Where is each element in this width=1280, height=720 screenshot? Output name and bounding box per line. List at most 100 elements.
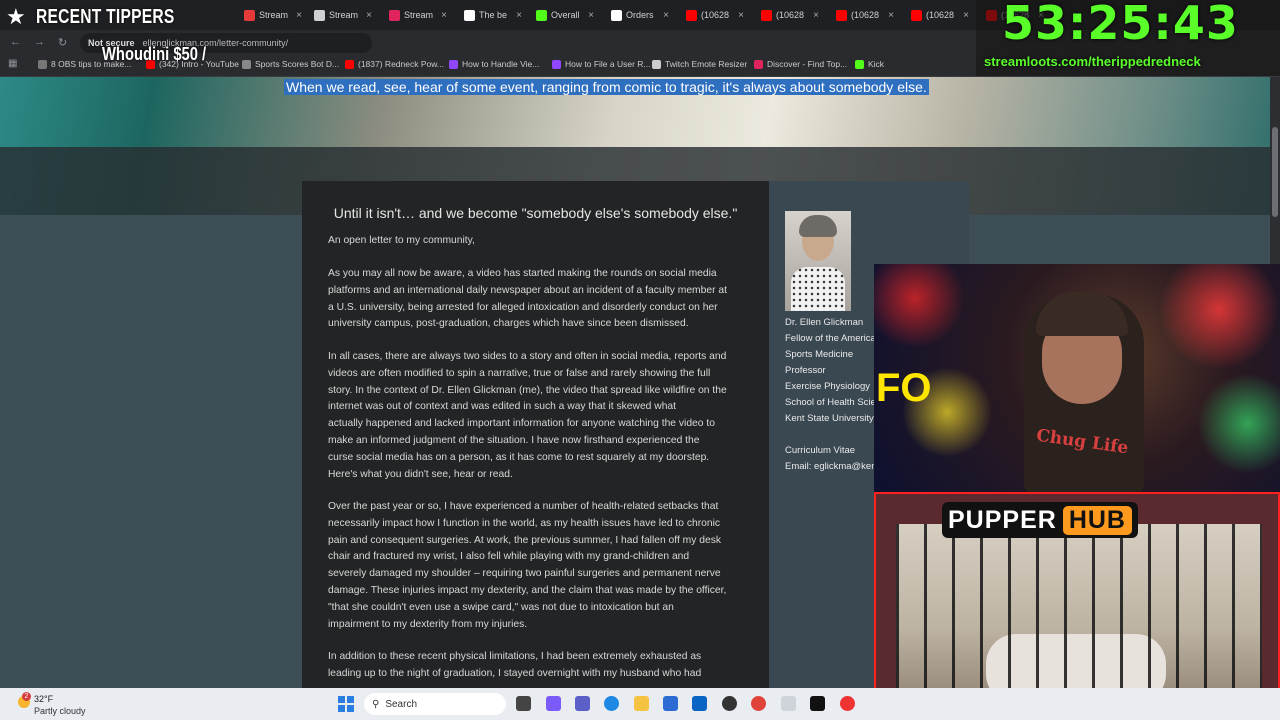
pupper-hub-logo-orange: HUB xyxy=(1062,505,1132,535)
browser-tab[interactable]: Overall × xyxy=(530,4,600,26)
tab-favicon-icon xyxy=(536,9,547,21)
browser-tab[interactable]: (10628 × xyxy=(905,4,975,26)
terminal-icon[interactable] xyxy=(810,696,825,711)
browser-tab[interactable]: (10628 × xyxy=(755,4,825,26)
reload-icon[interactable]: ↻ xyxy=(58,36,67,49)
article-paragraph: Over the past year or so, I have experie… xyxy=(328,499,748,633)
tab-favicon-icon xyxy=(686,9,697,21)
browser-tab[interactable]: Stream × xyxy=(383,4,453,26)
tab-favicon-icon xyxy=(244,9,255,21)
bookmark-label: (1837) Redneck Pow... xyxy=(358,59,444,69)
browser-tab[interactable]: Stream × xyxy=(238,4,308,26)
tab-label: Stream xyxy=(329,10,359,20)
streamloots-url: streamloots.com/therippedredneck xyxy=(984,54,1201,69)
bookmark-label: Discover - Find Top... xyxy=(767,59,848,69)
bookmark-label: Kick xyxy=(868,59,885,69)
bookmark-label: How to Handle Vie... xyxy=(462,59,540,69)
paragraph-line: internet was out of context and was edit… xyxy=(328,401,677,413)
author-info-line: Kent State University xyxy=(785,413,874,424)
copilot-icon[interactable] xyxy=(546,696,561,711)
tab-label: (10628 xyxy=(776,10,805,20)
pupper-cam: PUPPER HUB xyxy=(874,492,1280,720)
tab-label: (10628 xyxy=(851,10,880,20)
pupper-hub-logo-white: PUPPER xyxy=(948,505,1057,534)
browser-tab[interactable]: Stream × xyxy=(308,4,378,26)
notification-badge: 2 xyxy=(22,692,31,701)
obs-icon[interactable] xyxy=(722,696,737,711)
article-paragraph: As you may all now be aware, a video has… xyxy=(328,266,748,333)
bookmark-item[interactable]: Twitch Emote Resizer xyxy=(652,59,747,69)
paragraph-line: leading up to the night of graduation, I… xyxy=(328,667,702,679)
author-email[interactable]: Email: eglickma@ken xyxy=(785,461,876,472)
star-icon: ★ xyxy=(6,4,26,29)
article-paragraph: An open letter to my community, xyxy=(328,233,748,250)
bookmark-item[interactable]: Kick xyxy=(855,59,884,69)
scrollbar-thumb[interactable] xyxy=(1272,127,1278,217)
browser-tab[interactable]: (10628 × xyxy=(680,4,750,26)
windows-taskbar: 2 32°F Partly cloudy ⚲ Search xyxy=(0,688,1280,720)
author-info-line: Fellow of the America xyxy=(785,333,876,344)
taskbar-search[interactable]: ⚲ Search xyxy=(364,693,506,715)
curriculum-vitae-link[interactable]: Curriculum Vitae xyxy=(785,445,855,456)
bookmark-item[interactable]: How to File a User R... xyxy=(552,59,651,69)
tab-close-icon[interactable]: × xyxy=(963,10,969,21)
bookmark-favicon-icon xyxy=(855,59,864,69)
author-info-line: Sports Medicine xyxy=(785,349,854,360)
paragraph-line: curse social media has on a person, as i… xyxy=(328,451,710,463)
bookmark-item[interactable]: (1837) Redneck Pow... xyxy=(345,59,444,69)
back-icon[interactable]: ← xyxy=(10,36,21,48)
tab-close-icon[interactable]: × xyxy=(888,10,894,21)
tab-close-icon[interactable]: × xyxy=(813,10,819,21)
paragraph-line: As you may all now be aware, a video has… xyxy=(328,268,717,279)
outlook-icon[interactable] xyxy=(692,696,707,711)
start-button[interactable] xyxy=(338,696,354,712)
paragraph-line: damage. These injuries impact my dexteri… xyxy=(328,584,727,596)
tab-close-icon[interactable]: × xyxy=(663,10,669,21)
paragraph-line: chair and fractured my wrist, I also fel… xyxy=(328,551,690,563)
paragraph-line: Here's what you didn't see, hear or read… xyxy=(328,468,513,480)
crate-bars xyxy=(896,524,1262,714)
tab-label: Overall xyxy=(551,10,580,20)
tab-close-icon[interactable]: × xyxy=(738,10,744,21)
bookmark-item[interactable]: Sports Scores Bot D... xyxy=(242,59,339,69)
forward-icon[interactable]: → xyxy=(34,36,45,48)
tab-close-icon[interactable]: × xyxy=(516,10,522,21)
bookmark-item[interactable]: How to Handle Vie... xyxy=(449,59,539,69)
paragraph-line: severely damaged my shoulder – requiring… xyxy=(328,568,721,580)
article-paragraph: In addition to these recent physical lim… xyxy=(328,649,748,683)
chrome-icon[interactable] xyxy=(751,696,766,711)
tab-favicon-icon xyxy=(611,9,622,21)
tab-favicon-icon xyxy=(911,9,922,21)
browser-tab[interactable]: Orders × xyxy=(605,4,675,26)
bookmark-label: Sports Scores Bot D... xyxy=(255,59,340,69)
paragraph-line: "that she couldn't even use a swipe card… xyxy=(328,601,674,613)
paragraph-line: videos are often modified to spin a narr… xyxy=(328,367,711,379)
weather-condition: Partly cloudy xyxy=(34,706,86,716)
browser-tab[interactable]: (10628 × xyxy=(830,4,900,26)
bookmark-favicon-icon xyxy=(38,59,47,69)
tab-label: (10628 xyxy=(926,10,955,20)
tab-label: Orders xyxy=(626,10,654,20)
recent-tippers-widget: ★ RECENT TIPPERS xyxy=(0,0,240,36)
tab-close-icon[interactable]: × xyxy=(588,10,594,21)
store-icon[interactable] xyxy=(663,696,678,711)
task-view-icon[interactable] xyxy=(516,696,531,711)
bookmark-favicon-icon xyxy=(652,59,661,69)
bookmark-favicon-icon xyxy=(449,59,458,69)
apps-grid-icon[interactable]: ▦ xyxy=(8,58,17,69)
edge-icon[interactable] xyxy=(604,696,619,711)
streamlabs-icon[interactable] xyxy=(840,696,855,711)
browser-tab[interactable]: The be × xyxy=(458,4,528,26)
bookmark-item[interactable]: Discover - Find Top... xyxy=(754,59,847,69)
paragraph-line: make an informed judgment of the situati… xyxy=(328,434,700,446)
tab-close-icon[interactable]: × xyxy=(296,10,302,21)
weather-widget[interactable]: 2 32°F Partly cloudy xyxy=(14,692,104,716)
tab-close-icon[interactable]: × xyxy=(366,10,372,21)
tab-close-icon[interactable]: × xyxy=(441,10,447,21)
tab-favicon-icon xyxy=(761,9,772,21)
tab-favicon-icon xyxy=(389,9,400,21)
pupper-hub-logo: PUPPER HUB xyxy=(942,502,1138,538)
teams-icon[interactable] xyxy=(575,696,590,711)
file-explorer-icon[interactable] xyxy=(634,696,649,711)
app-icon[interactable] xyxy=(781,696,796,711)
